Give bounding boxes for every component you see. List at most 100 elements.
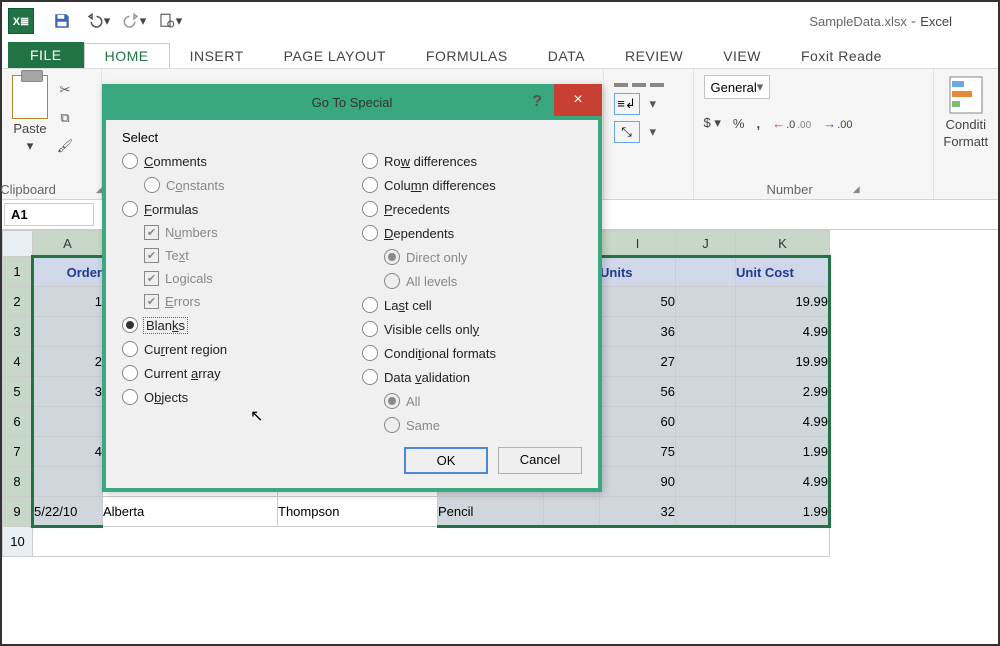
cell[interactable] xyxy=(676,287,736,317)
cell[interactable] xyxy=(33,527,830,557)
cell[interactable]: 2 xyxy=(33,347,103,377)
option-numbers[interactable]: Numbers xyxy=(144,225,342,240)
dialog-titlebar[interactable]: Go To Special ? × xyxy=(102,84,602,120)
option-dependents[interactable]: Dependents xyxy=(362,225,582,241)
cell[interactable]: 19.99 xyxy=(736,287,830,317)
tab-review[interactable]: REVIEW xyxy=(605,44,703,68)
cell[interactable] xyxy=(676,467,736,497)
cell[interactable]: Alberta xyxy=(103,497,278,527)
option-objects[interactable]: Objects xyxy=(122,389,342,405)
cell[interactable]: 50 xyxy=(600,287,676,317)
redo-icon[interactable]: ▾ xyxy=(120,7,148,35)
close-icon[interactable]: × xyxy=(554,84,602,116)
column-header-i[interactable]: I xyxy=(600,231,676,257)
cell[interactable] xyxy=(676,347,736,377)
comma-icon[interactable]: , xyxy=(756,116,760,131)
tab-formulas[interactable]: FORMULAS xyxy=(406,44,528,68)
cell[interactable]: Units xyxy=(600,257,676,287)
cell[interactable]: 2.99 xyxy=(736,377,830,407)
ok-button[interactable]: OK xyxy=(404,447,488,474)
undo-icon[interactable]: ▾ xyxy=(84,7,112,35)
cell[interactable]: 1.99 xyxy=(736,437,830,467)
tab-foxit[interactable]: Foxit Reade xyxy=(781,44,902,68)
wrap-text-icon[interactable]: ≡↲ xyxy=(614,93,640,115)
row-header[interactable]: 10 xyxy=(3,527,33,557)
option-errors[interactable]: Errors xyxy=(144,294,342,309)
option-formulas[interactable]: Formulas xyxy=(122,201,342,217)
option-current-array[interactable]: Current array xyxy=(122,365,342,381)
save-icon[interactable] xyxy=(48,7,76,35)
row-header[interactable]: 4 xyxy=(3,347,33,377)
cell[interactable] xyxy=(33,467,103,497)
option-data-validation[interactable]: Data validation xyxy=(362,369,582,385)
row-header[interactable]: 5 xyxy=(3,377,33,407)
cell[interactable]: 90 xyxy=(600,467,676,497)
cell[interactable] xyxy=(544,497,600,527)
number-format-dropdown[interactable]: General▾ xyxy=(704,75,771,99)
cancel-button[interactable]: Cancel xyxy=(498,447,582,474)
row-header[interactable]: 9 xyxy=(3,497,33,527)
cell[interactable] xyxy=(676,317,736,347)
option-current-region[interactable]: Current region xyxy=(122,341,342,357)
decrease-decimal-icon[interactable]: →.00 xyxy=(823,116,852,131)
print-preview-icon[interactable]: ▾ xyxy=(156,7,184,35)
cell[interactable]: Unit Cost xyxy=(736,257,830,287)
row-header[interactable]: 2 xyxy=(3,287,33,317)
cell[interactable]: 1.99 xyxy=(736,497,830,527)
cell[interactable]: 56 xyxy=(600,377,676,407)
tab-file[interactable]: FILE xyxy=(8,42,84,68)
cut-icon[interactable]: ✂ xyxy=(54,79,76,101)
row-header[interactable]: 3 xyxy=(3,317,33,347)
option-precedents[interactable]: Precedents xyxy=(362,201,582,217)
column-header-a[interactable]: A xyxy=(33,231,103,257)
tab-page-layout[interactable]: PAGE LAYOUT xyxy=(264,44,406,68)
column-header-k[interactable]: K xyxy=(736,231,830,257)
cell[interactable]: 19.99 xyxy=(736,347,830,377)
option-column-differences[interactable]: Column differences xyxy=(362,177,582,193)
conditional-formatting-button[interactable]: Conditi Formatt xyxy=(944,75,988,149)
dialog-launcher-icon[interactable]: ◢ xyxy=(853,184,860,195)
option-logicals[interactable]: Logicals xyxy=(144,271,342,286)
paste-button[interactable]: Paste▾ xyxy=(12,75,48,154)
option-constants[interactable]: Constants xyxy=(144,177,342,193)
format-painter-icon[interactable]: 🖌 xyxy=(54,135,76,157)
option-text[interactable]: Text xyxy=(144,248,342,263)
cell[interactable]: 1 xyxy=(33,287,103,317)
option-comments[interactable]: Comments xyxy=(122,153,342,169)
cell[interactable]: 4.99 xyxy=(736,467,830,497)
cell[interactable]: 27 xyxy=(600,347,676,377)
cell[interactable]: 60 xyxy=(600,407,676,437)
option-visible-cells-only[interactable]: Visible cells only xyxy=(362,321,582,337)
cell[interactable] xyxy=(676,257,736,287)
cell[interactable]: 36 xyxy=(600,317,676,347)
cell[interactable] xyxy=(676,497,736,527)
column-header-j[interactable]: J xyxy=(676,231,736,257)
copy-icon[interactable]: ⧉ xyxy=(54,107,76,129)
option-conditional-formats[interactable]: Conditional formats xyxy=(362,345,582,361)
increase-decimal-icon[interactable]: ←.0.00 xyxy=(772,116,811,131)
tab-data[interactable]: DATA xyxy=(528,44,605,68)
help-icon[interactable]: ? xyxy=(532,93,542,111)
row-header[interactable]: 6 xyxy=(3,407,33,437)
row-header[interactable]: 8 xyxy=(3,467,33,497)
tab-insert[interactable]: INSERT xyxy=(170,44,264,68)
cell[interactable] xyxy=(676,377,736,407)
cell[interactable]: 4.99 xyxy=(736,407,830,437)
align-top-icon[interactable] xyxy=(614,83,664,87)
tab-view[interactable]: VIEW xyxy=(703,44,781,68)
cell[interactable]: 4.99 xyxy=(736,317,830,347)
cell[interactable] xyxy=(33,407,103,437)
row-header[interactable]: 1 xyxy=(3,257,33,287)
cell[interactable]: 4 xyxy=(33,437,103,467)
cell[interactable]: 75 xyxy=(600,437,676,467)
option-last-cell[interactable]: Last cell xyxy=(362,297,582,313)
cell[interactable] xyxy=(676,437,736,467)
cell[interactable]: Order xyxy=(33,257,103,287)
cell[interactable]: 3 xyxy=(33,377,103,407)
name-box[interactable]: A1 xyxy=(4,203,94,226)
tab-home[interactable]: HOME xyxy=(84,43,170,68)
cell[interactable] xyxy=(676,407,736,437)
merge-center-icon[interactable]: ⤡ xyxy=(614,121,640,143)
option-row-differences[interactable]: Row differences xyxy=(362,153,582,169)
cell[interactable]: 32 xyxy=(600,497,676,527)
